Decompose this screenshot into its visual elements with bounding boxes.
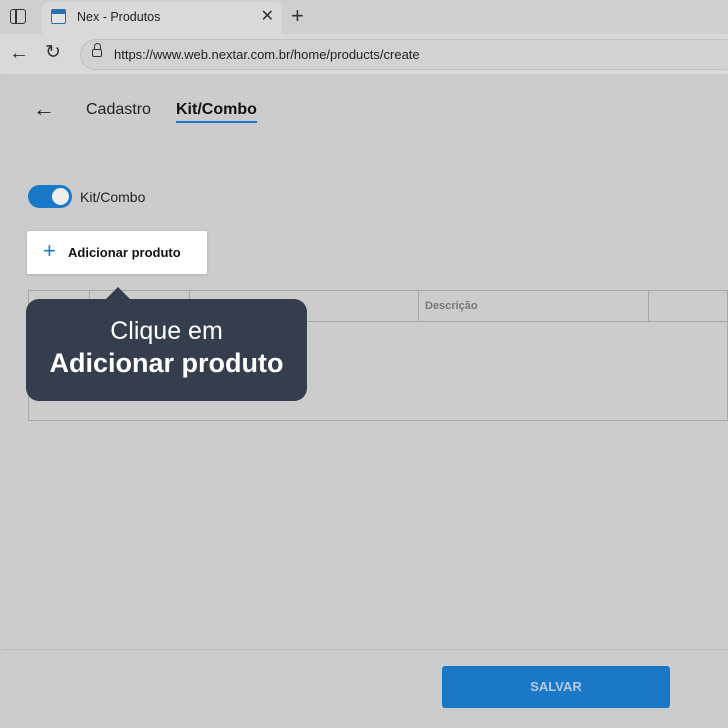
- save-button-label: SALVAR: [530, 679, 582, 694]
- url-text[interactable]: https://www.web.nextar.com.br/home/produ…: [114, 47, 420, 62]
- add-product-label: Adicionar produto: [68, 245, 181, 260]
- tutorial-tooltip: Clique em Adicionar produto: [26, 287, 307, 401]
- lock-icon[interactable]: [92, 43, 102, 57]
- save-button[interactable]: SALVAR: [442, 666, 670, 708]
- plus-icon: +: [43, 238, 56, 263]
- reload-icon[interactable]: ↻: [45, 40, 61, 66]
- kit-combo-toggle[interactable]: [28, 185, 72, 208]
- toggle-knob: [52, 188, 69, 205]
- tab-cadastro[interactable]: Cadastro: [86, 101, 151, 119]
- back-arrow-icon[interactable]: ←: [33, 97, 55, 121]
- tooltip-line1: Clique em: [110, 317, 223, 345]
- browser-tab[interactable]: Nex - Produtos ✕: [42, 2, 282, 34]
- close-tab-icon[interactable]: ✕: [261, 8, 274, 26]
- address-bar: ← ↻ https://www.web.nextar.com.br/home/p…: [0, 34, 728, 74]
- url-field[interactable]: https://www.web.nextar.com.br/home/produ…: [80, 39, 728, 70]
- add-product-button[interactable]: + Adicionar produto: [27, 231, 207, 274]
- browser-tab-strip: Nex - Produtos ✕ +: [0, 0, 728, 34]
- favicon-icon: [51, 9, 66, 24]
- page-content: ← Cadastro Kit/Combo Kit/Combo + Adicion…: [3, 74, 728, 725]
- tooltip-line2: Adicionar produto: [49, 348, 284, 378]
- kit-combo-toggle-label: Kit/Combo: [80, 189, 146, 205]
- footer-divider: [3, 649, 728, 650]
- browser-back-icon[interactable]: ←: [9, 41, 29, 65]
- column-header: [649, 291, 728, 321]
- column-header-descricao: Descrição: [419, 291, 649, 321]
- sidebar-toggle-icon[interactable]: [10, 9, 26, 24]
- new-tab-icon[interactable]: +: [291, 4, 304, 28]
- tab-title: Nex - Produtos: [77, 10, 161, 24]
- tab-kit-combo[interactable]: Kit/Combo: [176, 101, 257, 123]
